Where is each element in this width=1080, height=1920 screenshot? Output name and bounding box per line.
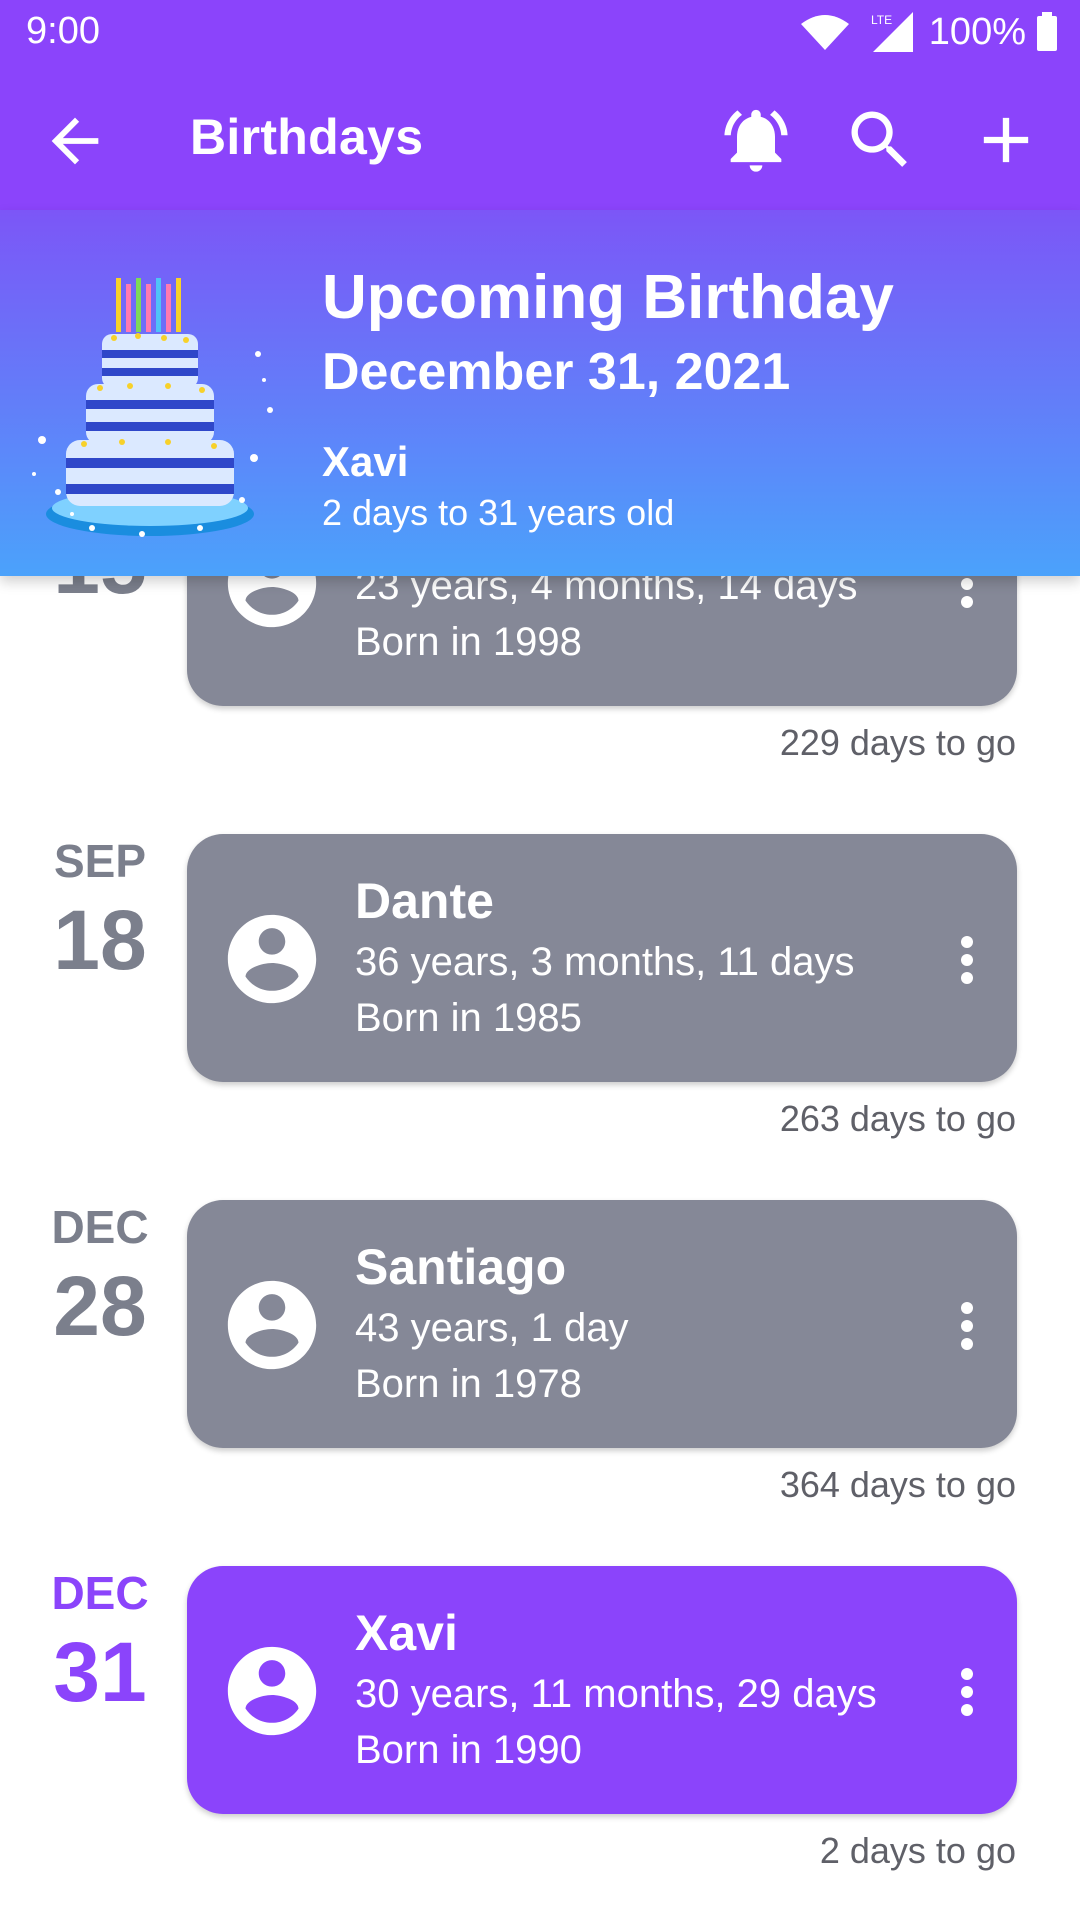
banner-name: Xavi (322, 438, 409, 485)
list-item: DEC 31 Xavi 30 years, 11 months, 29 days… (0, 1566, 1080, 1920)
person-name: Dante (355, 873, 494, 929)
birthday-card[interactable]: Dante 36 years, 3 months, 11 days Born i… (187, 834, 1017, 1082)
person-born: Born in 1978 (355, 1362, 582, 1406)
more-options-button[interactable] (939, 1660, 995, 1724)
more-options-button[interactable] (939, 928, 995, 992)
birthday-card[interactable]: Santiago 43 years, 1 day Born in 1978 (187, 1200, 1017, 1448)
signal-icon: LTE (871, 12, 913, 52)
date-day: 28 (53, 1259, 147, 1353)
battery-percent: 100% (928, 10, 1026, 53)
date-day: 15 (30, 576, 170, 613)
status-time: 9:00 (26, 10, 100, 52)
date-month: DEC (51, 1201, 149, 1253)
person-age: 30 years, 11 months, 29 days (355, 1672, 877, 1716)
more-vert-icon (961, 1668, 973, 1716)
list-item: 15 23 years, 4 months, 14 days Born in 1… (0, 576, 1080, 824)
more-vert-icon (961, 1302, 973, 1350)
days-to-go: 364 days to go (779, 1464, 1016, 1505)
status-indicators: LTE 100% (799, 8, 1058, 56)
more-vert-icon (961, 936, 973, 984)
add-button[interactable] (968, 102, 1044, 178)
battery-icon (1037, 12, 1057, 51)
days-to-go: 2 days to go (819, 1830, 1016, 1871)
more-options-button[interactable] (939, 576, 995, 616)
date-day: 31 (53, 1625, 147, 1719)
person-born: Born in 1990 (355, 1728, 582, 1772)
account-circle-icon (227, 914, 317, 1004)
birthday-card[interactable]: 23 years, 4 months, 14 days Born in 1998 (187, 576, 1017, 706)
plus-icon (983, 117, 1029, 163)
birthday-cake-icon (32, 278, 273, 537)
account-circle-icon (227, 576, 317, 628)
person-born: Born in 1998 (355, 620, 582, 664)
status-bar: 9:00 LTE 100% (0, 0, 1080, 64)
search-icon (851, 111, 907, 167)
date-month: DEC (51, 1567, 149, 1619)
banner-subtitle: 2 days to 31 years old (322, 492, 675, 533)
notifications-button[interactable] (718, 102, 794, 178)
date-month: SEP (53, 835, 147, 887)
upcoming-birthday-banner[interactable]: Upcoming Birthday December 31, 2021 Xavi… (0, 210, 1080, 576)
person-name: Santiago (355, 1239, 567, 1295)
arrow-back-icon (51, 117, 99, 165)
person-age: 23 years, 4 months, 14 days (355, 576, 858, 608)
account-circle-icon (227, 1646, 317, 1736)
list-item: SEP 18 Dante 36 years, 3 months, 11 days… (0, 834, 1080, 1200)
app-bar: Birthdays (0, 64, 1080, 210)
birthday-list[interactable]: 15 23 years, 4 months, 14 days Born in 1… (0, 576, 1080, 1920)
page-title: Birthdays (190, 109, 424, 165)
lte-label: LTE (871, 13, 892, 27)
account-circle-icon (227, 1280, 317, 1370)
list-item: DEC 28 Santiago 43 years, 1 day Born in … (0, 1200, 1080, 1566)
back-button[interactable] (40, 106, 110, 176)
birthday-card[interactable]: Xavi 30 years, 11 months, 29 days Born i… (187, 1566, 1017, 1814)
banner-heading: Upcoming Birthday (322, 263, 894, 332)
more-options-button[interactable] (939, 1294, 995, 1358)
more-vert-icon (961, 578, 973, 608)
wifi-icon (800, 15, 849, 50)
person-age: 43 years, 1 day (355, 1306, 629, 1350)
person-born: Born in 1985 (355, 996, 582, 1040)
person-name: Xavi (355, 1605, 458, 1661)
person-age: 36 years, 3 months, 11 days (355, 940, 855, 984)
banner-date: December 31, 2021 (322, 343, 791, 401)
alarm-bell-icon (724, 109, 788, 172)
days-to-go: 263 days to go (779, 1098, 1016, 1139)
date-day: 18 (53, 893, 147, 987)
search-button[interactable] (842, 102, 918, 178)
days-to-go: 229 days to go (779, 722, 1016, 763)
